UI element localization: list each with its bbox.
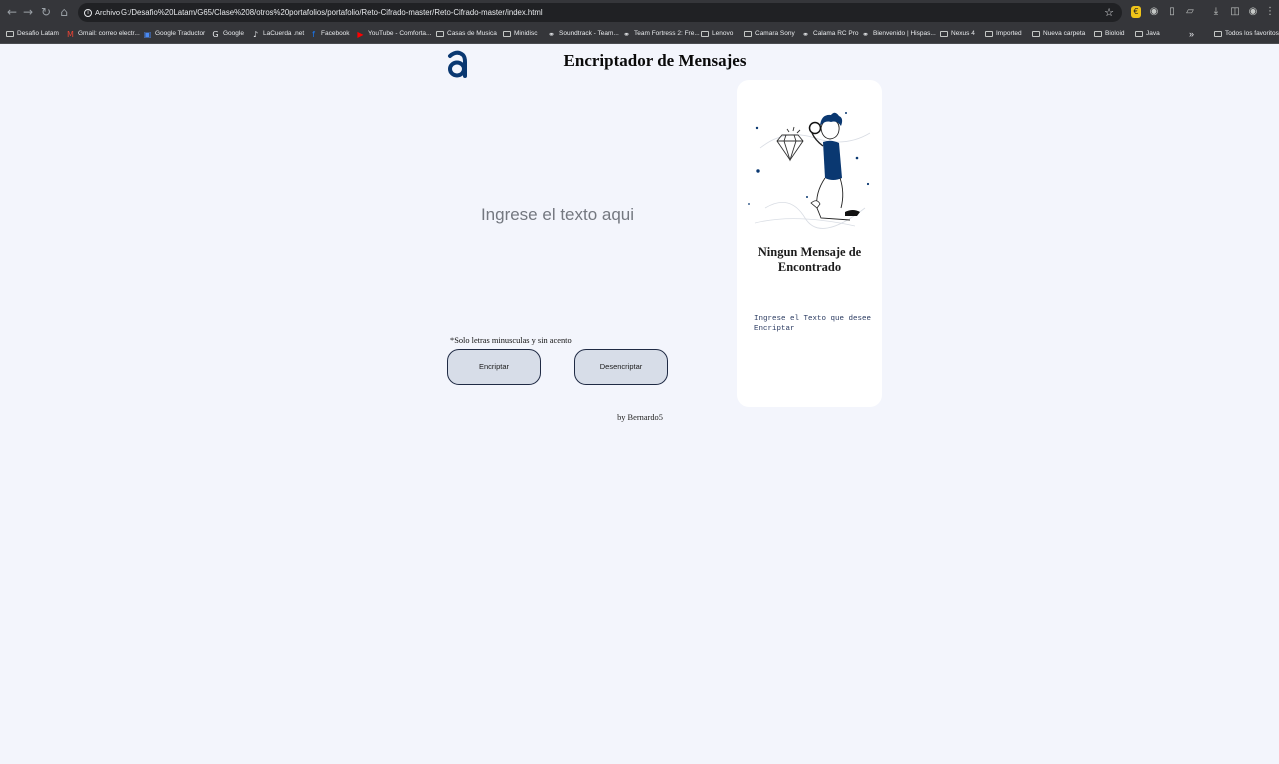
site-info-chip[interactable]: i Archivo <box>82 6 124 19</box>
no-message-title: Ningun Mensaje de Encontrado <box>757 245 862 274</box>
address-bar[interactable]: i Archivo G:/Desafio%20Latam/G65/Clase%2… <box>78 3 1122 22</box>
globe-icon: ⚭ <box>802 29 809 39</box>
bookmark-item[interactable]: ▶ YouTube - Comforta... <box>356 24 431 44</box>
bookmark-item[interactable]: G Google <box>211 24 244 44</box>
bookmark-item[interactable]: Casas de Musica <box>436 24 497 44</box>
phone-icon[interactable]: ▯ <box>1165 5 1179 19</box>
bookmark-item[interactable]: Lenovo <box>701 24 733 44</box>
encrypt-button[interactable]: Encriptar <box>447 349 541 385</box>
footer-credit: by Bernardo5 <box>617 413 663 422</box>
bookmark-item[interactable]: Minidisc <box>503 24 537 44</box>
gmail-icon: M <box>67 29 74 39</box>
decrypt-button[interactable]: Desencriptar <box>574 349 668 385</box>
page-title: Encriptador de Mensajes <box>563 51 747 70</box>
translate-icon: ▣ <box>143 29 152 39</box>
bookmark-item[interactable]: M Gmail: correo electr... <box>66 24 140 44</box>
globe-icon: ⚭ <box>548 29 555 39</box>
browser-toolbar: ← → ↻ ⌂ i Archivo G:/Desafio%20Latam/G65… <box>0 0 1279 24</box>
bookmark-item[interactable]: Nexus 4 <box>940 24 975 44</box>
bookmark-item[interactable]: ⚭ Bienvenido | Hispas... <box>861 24 936 44</box>
bookmark-item[interactable]: ♪ LaCuerda .net <box>251 24 304 44</box>
extensions-puzzle-icon[interactable]: ▱ <box>1183 5 1197 19</box>
extension-shield-icon[interactable]: ◉ <box>1147 5 1161 19</box>
bookmark-item[interactable]: ▣ Google Traductor <box>143 24 206 44</box>
folder-icon <box>1094 31 1102 37</box>
download-icon[interactable]: ⤓ <box>1209 5 1223 19</box>
alura-logo-icon <box>448 50 467 78</box>
youtube-icon: ▶ <box>357 29 364 39</box>
folder-icon <box>503 31 511 37</box>
bookmark-item[interactable]: Java <box>1135 24 1160 44</box>
reload-icon[interactable]: ↻ <box>38 4 54 20</box>
google-icon: G <box>212 29 219 39</box>
extension-icon[interactable]: € <box>1131 6 1141 18</box>
bookmark-item[interactable]: Nueva carpeta <box>1032 24 1085 44</box>
forward-icon[interactable]: → <box>20 4 36 20</box>
folder-icon <box>701 31 709 37</box>
result-panel: Ningun Mensaje de Encontrado Ingrese el … <box>737 80 882 407</box>
bookmarks-bar: Desafio Latam M Gmail: correo electr... ▣… <box>0 24 1279 44</box>
more-bookmarks-chevron-icon[interactable]: » <box>1189 24 1194 44</box>
globe-icon: ⚭ <box>623 29 630 39</box>
site-info-label: Archivo <box>95 8 121 17</box>
bookmark-item[interactable]: ⚭ Calama RC Pro <box>801 24 858 44</box>
facebook-icon: f <box>312 29 315 39</box>
profile-avatar-icon[interactable]: ◉ <box>1246 5 1260 19</box>
menu-icon[interactable]: ⋮ <box>1263 5 1277 19</box>
url-text[interactable]: G:/Desafio%20Latam/G65/Clase%208/otros%2… <box>121 3 543 22</box>
bookmark-item[interactable]: Imported <box>985 24 1022 44</box>
folder-icon <box>985 31 993 37</box>
globe-icon: ⚭ <box>862 29 869 39</box>
info-icon: i <box>84 8 92 17</box>
bookmark-star-icon[interactable]: ☆ <box>1104 3 1114 22</box>
folder-icon <box>940 31 948 37</box>
lacuerda-icon: ♪ <box>252 29 259 39</box>
bookmark-item[interactable]: ⚭ Team Fortress 2: Fre... <box>622 24 700 44</box>
folder-icon <box>1032 31 1040 37</box>
folder-icon <box>6 31 14 37</box>
searching-person-illustration <box>748 112 871 229</box>
all-bookmarks-item[interactable]: Todos los favoritos <box>1214 24 1279 44</box>
bookmark-item[interactable]: Camara Sony <box>744 24 795 44</box>
bookmark-item[interactable]: f Facebook <box>309 24 349 44</box>
no-message-text: Ingrese el Texto que desee Encriptar <box>754 315 872 333</box>
bookmark-item[interactable]: Bioloid <box>1094 24 1125 44</box>
home-icon[interactable]: ⌂ <box>56 4 72 20</box>
folder-icon <box>1135 31 1143 37</box>
folder-icon <box>1214 31 1222 37</box>
bookmark-item[interactable]: ⚭ Soundtrack - Team... <box>547 24 619 44</box>
folder-icon <box>744 31 752 37</box>
sidepanel-icon[interactable]: ◫ <box>1228 5 1242 19</box>
input-hint: *Solo letras minusculas y sin acento <box>450 336 572 345</box>
folder-icon <box>436 31 444 37</box>
bookmark-item[interactable]: Desafio Latam <box>6 24 59 44</box>
message-input[interactable] <box>450 160 665 280</box>
back-icon[interactable]: ← <box>4 4 20 20</box>
